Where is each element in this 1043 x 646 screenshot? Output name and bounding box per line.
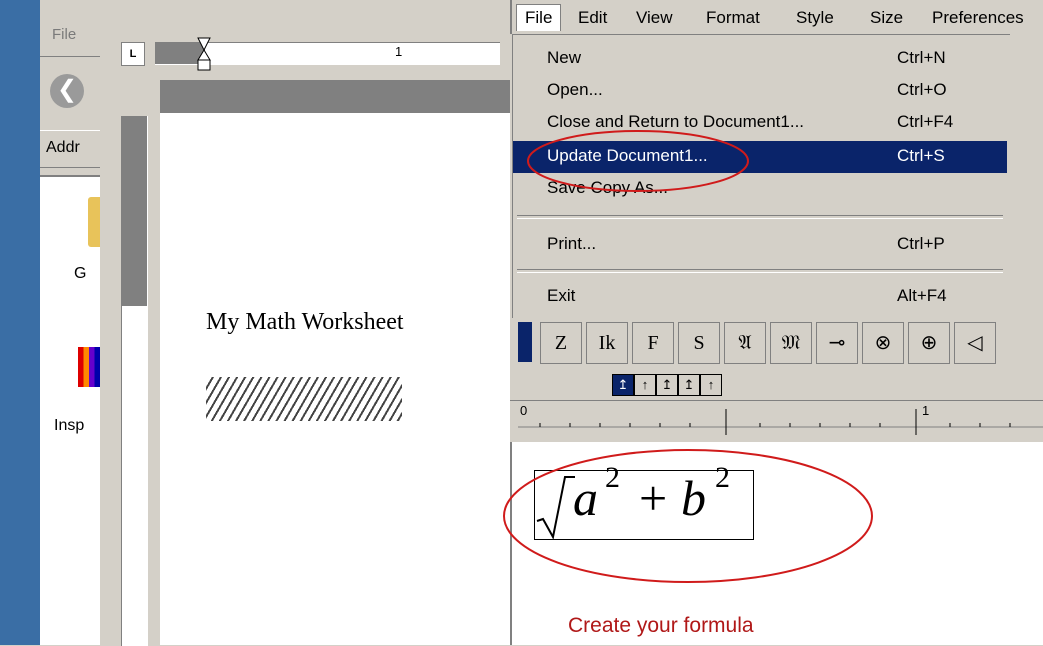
document-title: My Math Worksheet	[206, 309, 404, 335]
symbol-multimap-button[interactable]: ⊸	[816, 322, 858, 364]
desktop-background	[0, 0, 40, 645]
symbol-triangle-button[interactable]: ◁	[954, 322, 996, 364]
explorer-menubar: File	[40, 12, 100, 57]
menu-preferences[interactable]: Preferences	[932, 8, 1024, 28]
folder-label[interactable]: G	[74, 265, 86, 283]
inspiration-app-icon[interactable]	[78, 347, 100, 387]
menu-separator	[517, 269, 1003, 273]
folder-icon[interactable]	[88, 197, 100, 247]
formula-annotation-ellipse	[503, 449, 873, 583]
vertical-ruler-margin	[121, 116, 147, 306]
menu-separator	[517, 215, 1003, 219]
menu-style[interactable]: Style	[796, 8, 834, 28]
address-bar[interactable]: Addr	[40, 130, 100, 168]
back-button[interactable]: ❮	[46, 70, 90, 114]
palette-handle	[518, 322, 532, 362]
menu-item-open[interactable]: Open... Ctrl+O	[513, 75, 1007, 107]
symbol-ik-button[interactable]: Ik	[586, 322, 628, 364]
ruler-label-0: 0	[520, 403, 528, 418]
style-tab-3[interactable]: ↥	[656, 374, 678, 396]
equation-ruler-ticks	[518, 409, 1043, 435]
style-tab-2[interactable]: ↑	[634, 374, 656, 396]
menu-file[interactable]: File	[516, 4, 562, 31]
instruction-caption: Create your formula	[568, 614, 754, 637]
address-label: Addr	[46, 139, 80, 156]
vertical-ruler	[115, 80, 155, 646]
word-toolbar	[100, 0, 510, 30]
symbol-s-button[interactable]: S	[678, 322, 720, 364]
symbol-fraktur-a-button[interactable]: 𝔄	[724, 322, 766, 364]
symbol-f-button[interactable]: F	[632, 322, 674, 364]
symbol-fraktur-m-button[interactable]: 𝔐	[770, 322, 812, 364]
horizontal-ruler: L 1	[115, 32, 510, 78]
ruler-label-1: 1	[922, 403, 930, 418]
menu-edit[interactable]: Edit	[578, 8, 607, 28]
symbol-otimes-button[interactable]: ⊗	[862, 322, 904, 364]
menu-item-exit[interactable]: Exit Alt+F4	[513, 281, 1007, 313]
style-tab-4[interactable]: ↥	[678, 374, 700, 396]
symbol-oplus-button[interactable]: ⊕	[908, 322, 950, 364]
menu-size[interactable]: Size	[870, 8, 903, 28]
menu-item-print[interactable]: Print... Ctrl+P	[513, 229, 1007, 261]
back-arrow-icon: ❮	[50, 74, 84, 108]
explorer-window: File ❮ Addr G Insp	[40, 0, 100, 645]
equation-editing-area[interactable]: a 2 + b 2 Create your formula	[503, 442, 1043, 645]
indent-marker-icon[interactable]	[197, 36, 211, 72]
ruler-number: 1	[395, 44, 403, 59]
symbol-palette: Z Ik F S 𝔄 𝔐 ⊸ ⊗ ⊕ ◁	[510, 318, 1043, 370]
equation-toolbar-edge	[1010, 34, 1043, 319]
menu-view[interactable]: View	[636, 8, 673, 28]
equation-placeholder[interactable]	[206, 377, 402, 421]
symbol-z-button[interactable]: Z	[540, 322, 582, 364]
page-top-margin	[160, 80, 510, 113]
equation-editor-menubar: File Edit View Format Style Size Prefere…	[510, 0, 1043, 34]
explorer-pane: G Insp	[40, 175, 100, 645]
explorer-menu-file[interactable]: File	[52, 26, 76, 43]
annotation-ellipse	[527, 130, 749, 192]
style-tab-5[interactable]: ↑	[700, 374, 722, 396]
inspiration-app-label[interactable]: Insp	[54, 417, 84, 435]
equation-ruler: 0 1	[510, 400, 1043, 443]
style-tabs: ↥ ↑ ↥ ↥ ↑	[510, 370, 1043, 400]
style-tab-1[interactable]: ↥	[612, 374, 634, 396]
tab-stop-selector[interactable]: L	[121, 42, 145, 66]
document-page[interactable]: My Math Worksheet	[160, 113, 510, 645]
menu-format[interactable]: Format	[706, 8, 760, 28]
menu-item-new[interactable]: New Ctrl+N	[513, 43, 1007, 75]
